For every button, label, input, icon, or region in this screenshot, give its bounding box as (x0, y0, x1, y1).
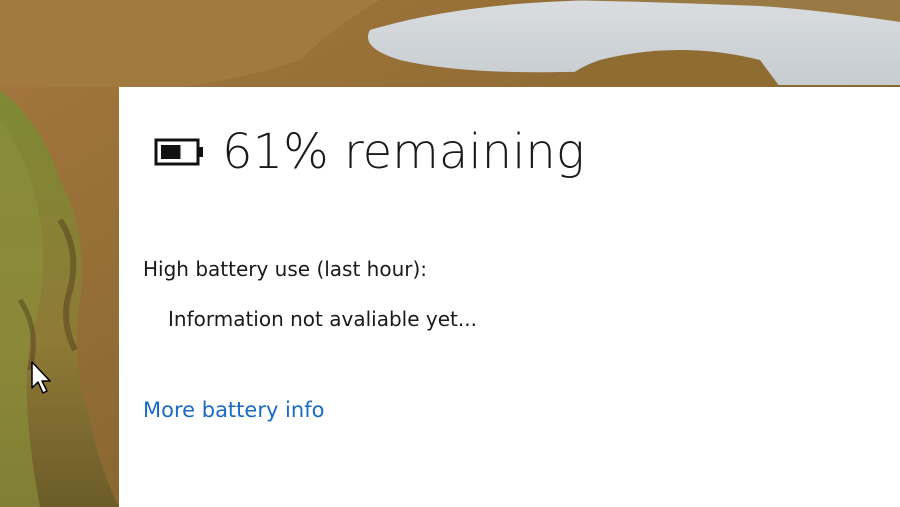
battery-flyout: 61% remaining High battery use (last hou… (119, 87, 900, 507)
more-battery-info-link[interactable]: More battery info (143, 398, 324, 422)
desktop: 61% remaining High battery use (last hou… (0, 0, 900, 507)
mouse-pointer-icon (31, 361, 51, 394)
battery-usage-info: Information not avaliable yet... (168, 307, 477, 331)
battery-icon (154, 138, 203, 166)
battery-usage-heading: High battery use (last hour): (143, 257, 428, 281)
battery-status-text: 61% remaining (222, 124, 585, 180)
battery-status-row: 61% remaining (154, 117, 585, 187)
